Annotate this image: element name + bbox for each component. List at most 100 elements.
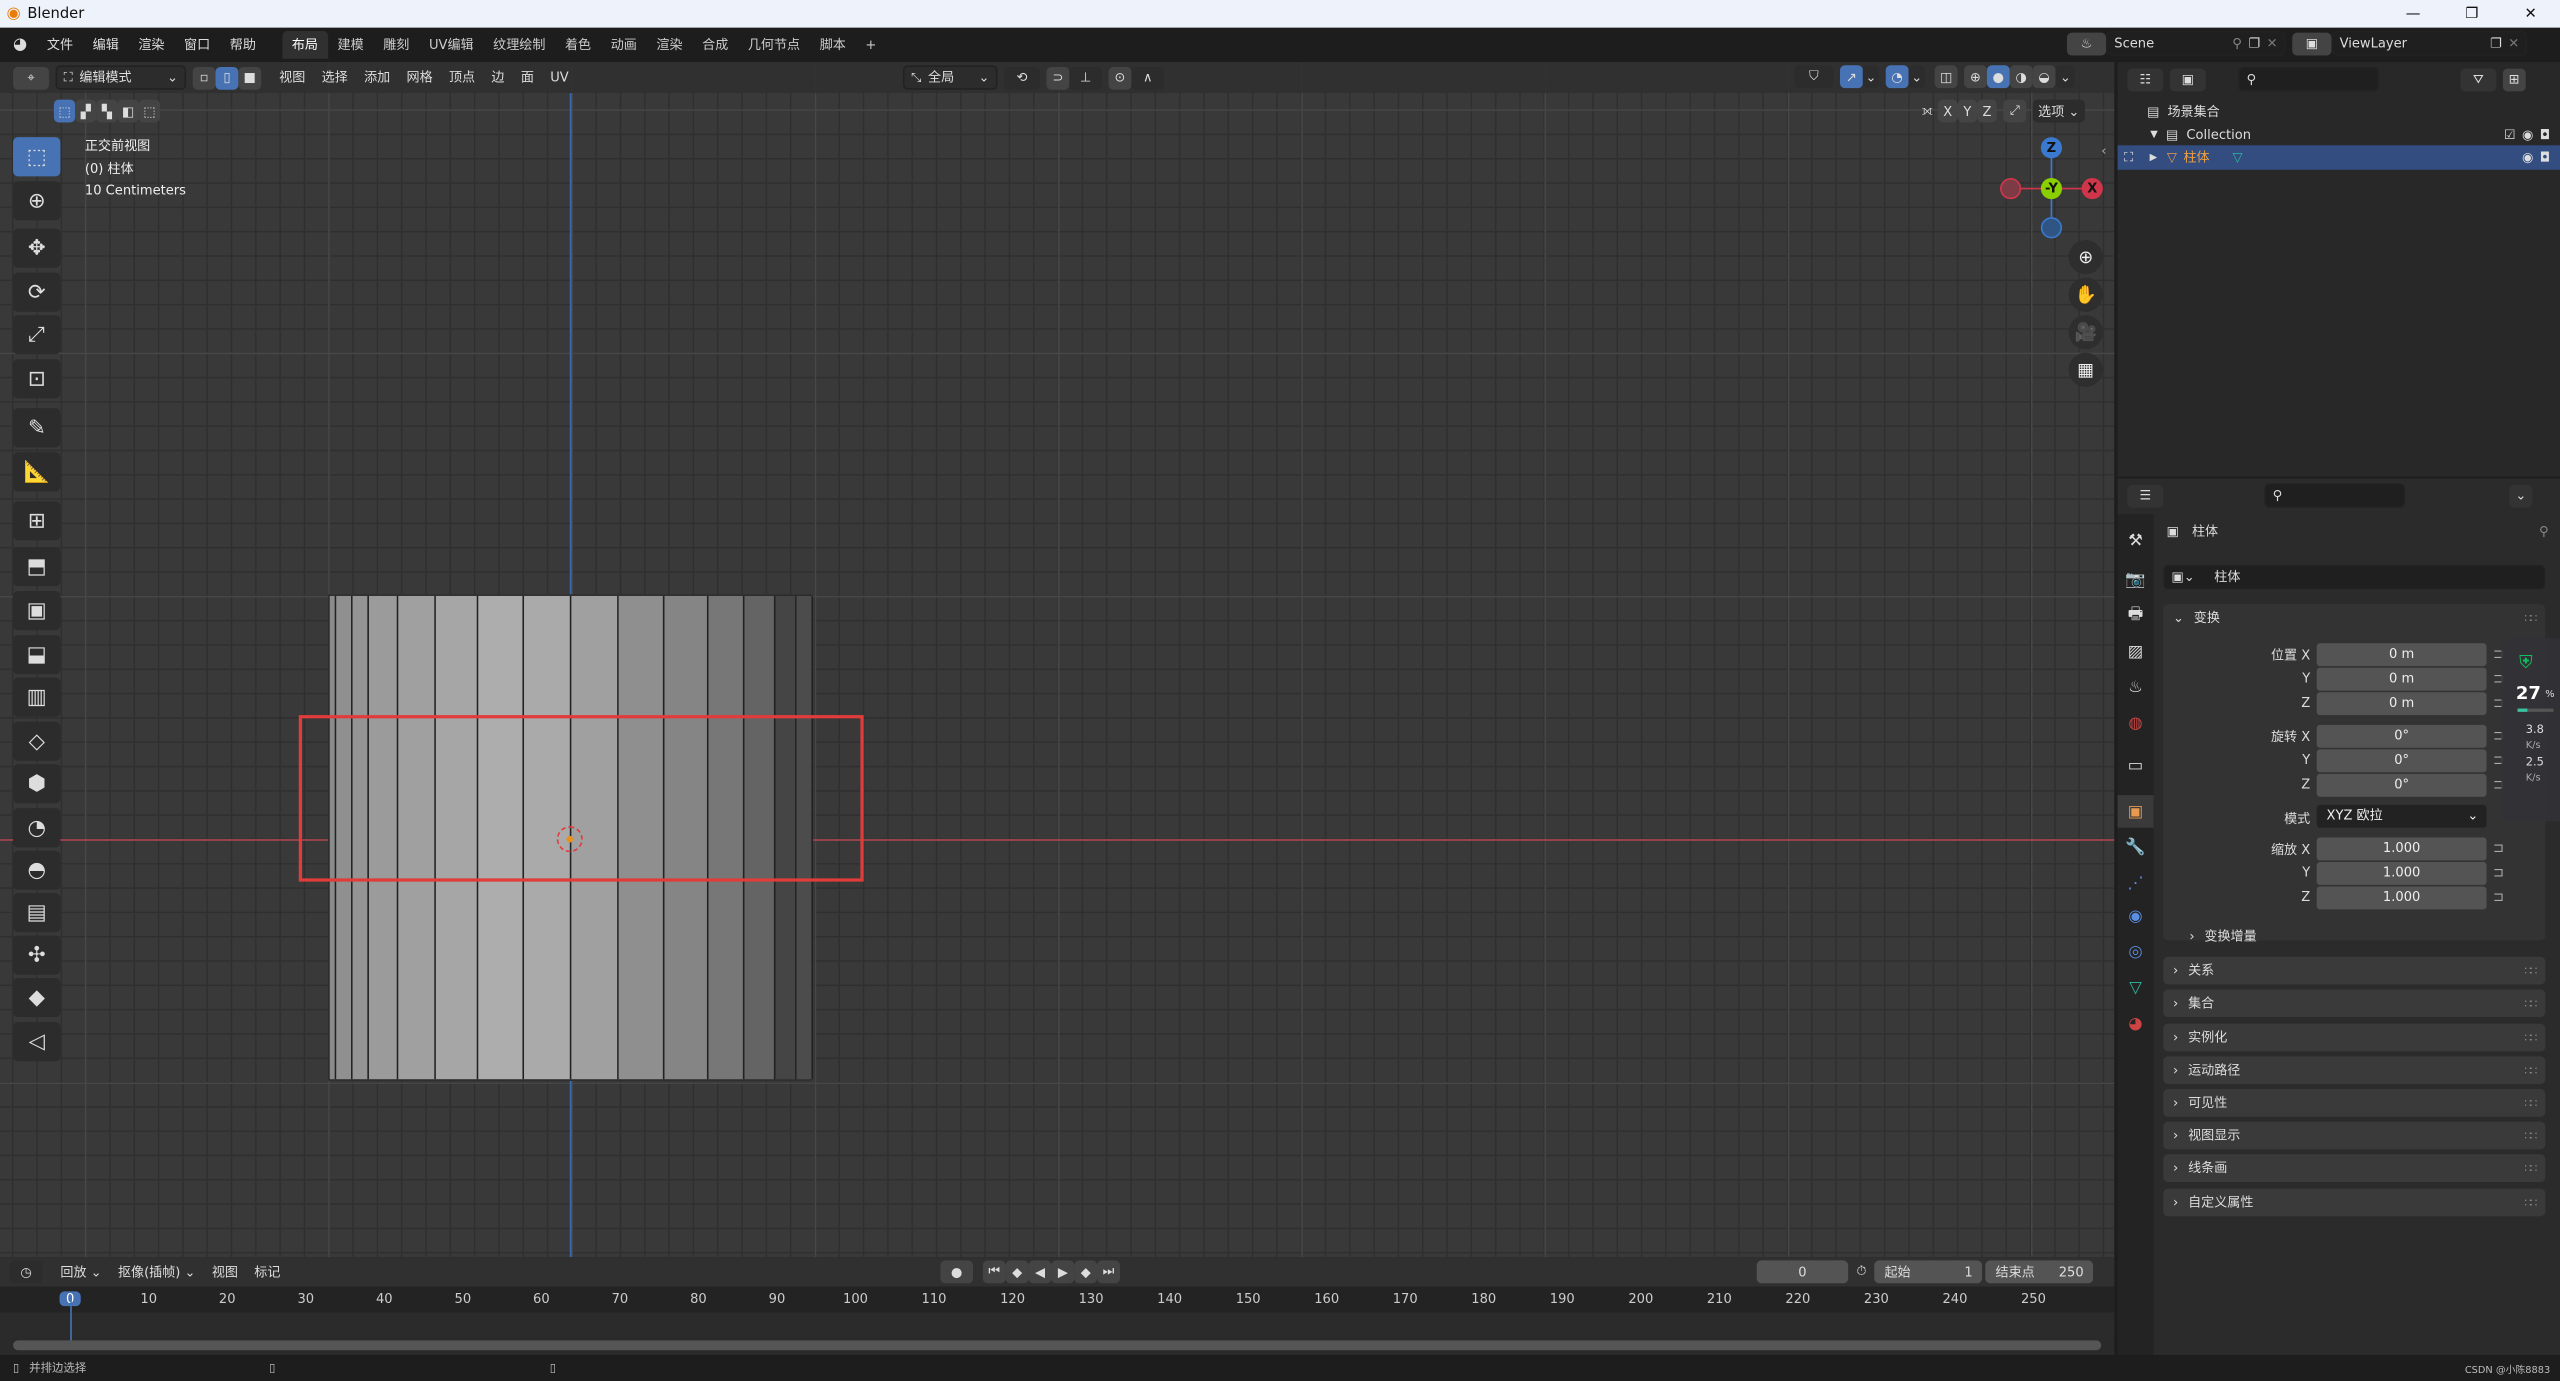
- mirror-z-toggle[interactable]: Z: [1977, 99, 1997, 123]
- close-button[interactable]: ✕: [2501, 6, 2560, 22]
- scale-y-field[interactable]: 1.000: [2316, 862, 2487, 885]
- scene-selector-icon[interactable]: ♨: [2066, 31, 2107, 55]
- camera-render-icon[interactable]: ◘: [2540, 150, 2550, 165]
- menu-file[interactable]: 文件: [37, 36, 83, 54]
- pivot-point-button[interactable]: ⟲: [1004, 66, 1040, 89]
- select-new-button[interactable]: ⬚: [53, 99, 76, 123]
- render-tab-icon[interactable]: 📷: [2118, 563, 2154, 596]
- select-intersect-button[interactable]: ⬚: [138, 99, 160, 123]
- timeline-editor-type-icon[interactable]: ◷: [9, 1260, 43, 1284]
- toggle-ortho-grid-icon[interactable]: ▦: [2068, 352, 2103, 387]
- panel-collections[interactable]: › 集合 ∷∷: [2163, 989, 2546, 1018]
- tab-shading[interactable]: 着色: [555, 31, 601, 59]
- lock-icon[interactable]: ⊐: [2493, 865, 2504, 880]
- overlay-toggle-button[interactable]: ◔: [1885, 65, 1909, 89]
- transform-panel-header[interactable]: ⌄ 变换 ∷∷: [2163, 604, 2545, 632]
- camera-render-icon[interactable]: ◘: [2540, 127, 2550, 142]
- panel-line-art[interactable]: › 线条画 ∷∷: [2163, 1154, 2546, 1183]
- copy-scene-icon[interactable]: ❐: [2248, 36, 2260, 51]
- drag-handle-icon[interactable]: ∷∷: [2524, 1031, 2537, 1044]
- mode-selector[interactable]: ⛶ 编辑模式 ⌄: [55, 65, 187, 90]
- drag-handle-icon[interactable]: ∷∷: [2524, 1196, 2537, 1209]
- menu-marker[interactable]: 标记: [246, 1263, 288, 1281]
- tool-select-box[interactable]: ⬚: [13, 137, 61, 177]
- menu-select[interactable]: 选择: [313, 69, 355, 87]
- viewlayer-field[interactable]: ViewLayer ❐ ✕: [2331, 31, 2528, 56]
- tool-knife[interactable]: ◇: [13, 721, 61, 761]
- jump-keyframe-forward-button[interactable]: ◆: [1074, 1260, 1098, 1284]
- tool-bevel[interactable]: ⬓: [13, 635, 61, 675]
- tool-inset[interactable]: ▣: [13, 591, 61, 631]
- scene-field[interactable]: Scene ⚲ ❐ ✕: [2106, 31, 2286, 56]
- panel-motion-paths[interactable]: › 运动路径 ∷∷: [2163, 1056, 2546, 1085]
- tool-shear[interactable]: ◆: [13, 977, 61, 1018]
- rotation-y-field[interactable]: 0°: [2316, 749, 2487, 773]
- rotation-x-field[interactable]: 0°: [2316, 724, 2487, 748]
- location-x-field[interactable]: 0 m: [2316, 643, 2487, 667]
- drag-handle-icon[interactable]: ∷∷: [2524, 1064, 2537, 1077]
- falloff-dropdown[interactable]: ∧: [1131, 66, 1165, 89]
- select-extend-button[interactable]: ▞: [75, 99, 97, 123]
- editor-type-icon[interactable]: ⌖: [13, 66, 49, 89]
- material-shading-button[interactable]: ◑: [2009, 65, 2033, 89]
- menu-keying[interactable]: 抠像(插帧) ⌄: [110, 1263, 204, 1281]
- mirror-x-toggle[interactable]: X: [1937, 99, 1958, 123]
- start-frame-field[interactable]: 起始 1: [1874, 1260, 1983, 1284]
- 3d-viewport[interactable]: ⌖ ⛶ 编辑模式 ⌄ ▫ ▯ ■ 视图 选择 添加 网格 顶点 边 面 UV ⤡…: [0, 62, 2115, 1258]
- timeline-scrollbar[interactable]: [13, 1340, 2102, 1351]
- outliner-collection-row[interactable]: ▼ ▤ Collection ☑ ◉ ◘: [2150, 122, 2560, 146]
- drag-handle-icon[interactable]: ∷∷: [2524, 1129, 2537, 1142]
- play-reverse-button[interactable]: ◀: [1028, 1260, 1052, 1284]
- properties-search-input[interactable]: ⚲: [2264, 483, 2405, 508]
- panel-custom-properties[interactable]: › 自定义属性 ∷∷: [2163, 1188, 2546, 1217]
- jump-end-button[interactable]: ⏭: [1097, 1260, 1120, 1284]
- constraints-tab-icon[interactable]: ◎: [2118, 936, 2154, 969]
- tab-geometry-nodes[interactable]: 几何节点: [738, 31, 810, 59]
- gizmo-z-axis[interactable]: Z: [2040, 137, 2063, 159]
- tab-modeling[interactable]: 建模: [328, 31, 374, 59]
- tab-compositing[interactable]: 合成: [692, 31, 738, 59]
- viewlayer-selector-icon[interactable]: ▣: [2292, 31, 2332, 55]
- outliner-scene-collection[interactable]: ▤ 场景集合: [2147, 100, 2220, 123]
- sidebar-toggle-chevron[interactable]: ‹: [2101, 144, 2106, 159]
- scale-x-field[interactable]: 1.000: [2316, 837, 2487, 861]
- scale-z-field[interactable]: 1.000: [2316, 886, 2487, 910]
- select-invert-button[interactable]: ◧: [117, 99, 139, 123]
- transform-orientation-dropdown[interactable]: ⤡ 全局 ⌄: [902, 65, 998, 90]
- tool-annotate[interactable]: ✎: [13, 408, 61, 448]
- tool-measure[interactable]: 📐: [13, 452, 61, 492]
- delta-transform-subpanel[interactable]: › 变换增量: [2189, 927, 2256, 945]
- camera-view-button[interactable]: 🎥: [2068, 315, 2103, 350]
- expand-arrow-icon[interactable]: ▶: [2150, 152, 2158, 163]
- tool-poly-build[interactable]: ⬢: [13, 764, 61, 804]
- menu-uv[interactable]: UV: [542, 70, 577, 85]
- wireframe-shading-button[interactable]: ⊕: [1964, 65, 1987, 89]
- tool-cursor[interactable]: ⊕: [13, 181, 61, 221]
- menu-mesh[interactable]: 网格: [398, 69, 440, 87]
- tool-edge-slide[interactable]: ▤: [13, 893, 61, 933]
- gizmo-neg-y-axis[interactable]: -Y: [2040, 177, 2063, 200]
- solid-shading-button[interactable]: ●: [1986, 65, 2010, 89]
- tab-texture-paint[interactable]: 纹理绘制: [483, 31, 555, 59]
- output-tab-icon[interactable]: 🖶: [2118, 599, 2154, 632]
- snap-toggle-button[interactable]: ⊃: [1046, 66, 1070, 89]
- end-frame-field[interactable]: 结束点 250: [1985, 1260, 2094, 1284]
- display-mode-dropdown[interactable]: ▣: [2169, 67, 2206, 91]
- gizmo-neg-z-axis[interactable]: [2040, 217, 2063, 239]
- topology-mirror-toggle[interactable]: ⤢: [2003, 99, 2027, 123]
- mesh-data-icon[interactable]: ▽: [2232, 150, 2242, 165]
- tool-loop-cut[interactable]: ▥: [13, 677, 61, 717]
- menu-playback[interactable]: 回放 ⌄: [52, 1263, 110, 1281]
- preview-range-icon[interactable]: ⏱: [1856, 1264, 1866, 1280]
- menu-face[interactable]: 面: [513, 69, 542, 87]
- remove-viewlayer-icon[interactable]: ✕: [2508, 36, 2519, 51]
- jump-keyframe-back-button[interactable]: ◆: [1005, 1260, 1029, 1284]
- drag-handle-icon[interactable]: ∷∷: [2524, 997, 2537, 1010]
- select-subtract-button[interactable]: ▚: [96, 99, 118, 123]
- auto-keying-button[interactable]: ●: [940, 1260, 974, 1284]
- tool-smooth[interactable]: ◓: [13, 850, 61, 890]
- keyframe-area[interactable]: [0, 1312, 2115, 1339]
- options-dropdown[interactable]: 选项 ⌄: [2032, 99, 2085, 123]
- menu-help[interactable]: 帮助: [220, 36, 266, 54]
- location-y-field[interactable]: 0 m: [2316, 667, 2487, 691]
